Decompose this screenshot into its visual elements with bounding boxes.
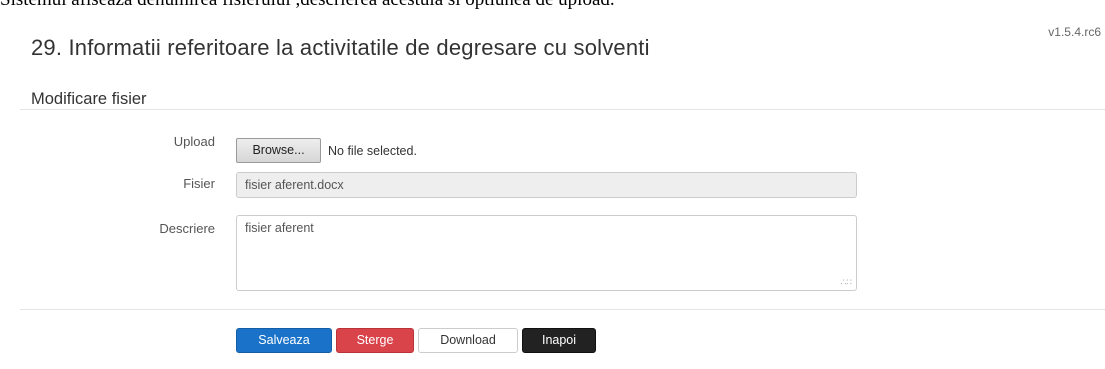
section-title: Modificare fisier (31, 90, 147, 108)
fisier-value: fisier aferent.docx (245, 178, 344, 192)
descriere-value: fisier aferent (245, 221, 314, 235)
download-button[interactable]: Download (418, 328, 518, 353)
delete-button[interactable]: Sterge (336, 328, 414, 353)
fisier-label: Fisier (183, 176, 215, 191)
fisier-field[interactable]: fisier aferent.docx (236, 172, 857, 198)
back-button[interactable]: Inapoi (522, 328, 596, 353)
descriere-textarea[interactable]: fisier aferent ∴∷ (236, 215, 857, 291)
browse-button[interactable]: Browse... (236, 138, 321, 163)
upload-label: Upload (173, 134, 215, 149)
document-caption: Sistemul afiseaza denumirea fisierului ,… (0, 0, 1105, 9)
descriere-label: Descriere (159, 221, 215, 236)
page-title: 29. Informatii referitoare la activitati… (31, 35, 650, 60)
resize-handle-icon[interactable]: ∴∷ (841, 278, 852, 287)
section-divider (20, 109, 1105, 110)
app-frame: v1.5.4.rc6 29. Informatii referitoare la… (10, 9, 1105, 369)
version-label: v1.5.4.rc6 (1048, 25, 1101, 39)
save-button[interactable]: Salveaza (236, 328, 332, 353)
actions-divider (20, 309, 1105, 310)
file-status-text: No file selected. (328, 144, 417, 158)
